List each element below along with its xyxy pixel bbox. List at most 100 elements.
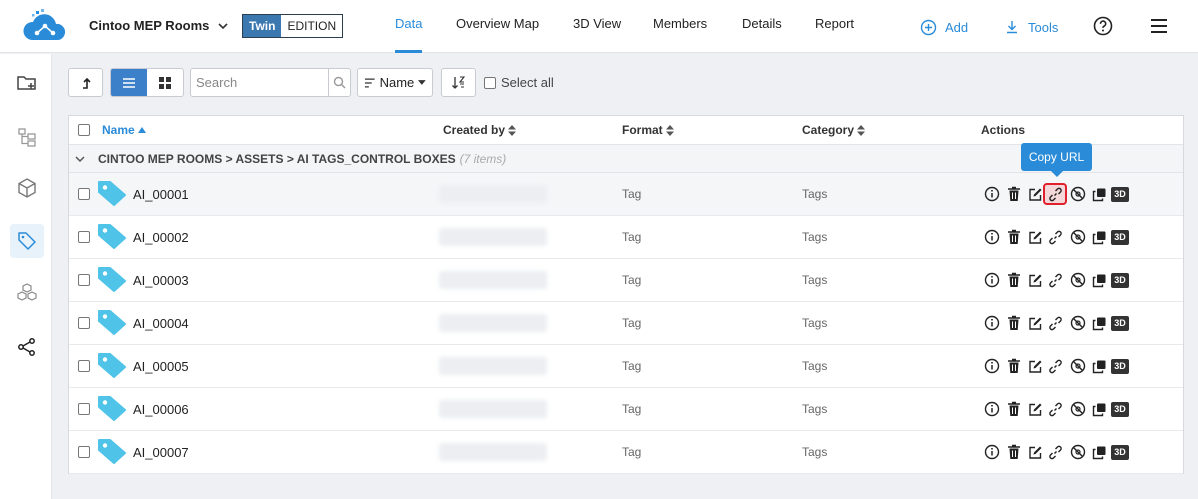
edit-button[interactable] (1026, 357, 1044, 375)
duplicate-button[interactable] (1090, 185, 1108, 203)
chevron-down-icon[interactable] (215, 18, 231, 34)
cintoo-logo-icon[interactable] (20, 8, 70, 46)
tab-members[interactable]: Members (653, 0, 707, 53)
info-button[interactable] (983, 443, 1001, 461)
row-name[interactable]: AI_00004 (133, 316, 189, 331)
column-header-format[interactable]: Format (622, 116, 674, 144)
edit-button[interactable] (1026, 443, 1044, 461)
table-row[interactable]: AI_00007 Tag Tags 3D (69, 431, 1183, 474)
sidebar-item-models[interactable] (10, 171, 44, 205)
view-3d-button[interactable]: 3D (1111, 185, 1129, 203)
edit-button[interactable] (1026, 228, 1044, 246)
table-row[interactable]: AI_00001 Tag Tags 3D (69, 173, 1183, 216)
add-button[interactable]: Add (920, 17, 968, 37)
hide-button[interactable] (1069, 400, 1087, 418)
table-row[interactable]: AI_00006 Tag Tags 3D (69, 388, 1183, 431)
edit-button[interactable] (1026, 185, 1044, 203)
row-name[interactable]: AI_00001 (133, 187, 189, 202)
edit-button[interactable] (1026, 314, 1044, 332)
table-row[interactable]: AI_00002 Tag Tags 3D (69, 216, 1183, 259)
chevron-down-icon[interactable] (74, 153, 86, 165)
column-header-category[interactable]: Category (802, 116, 866, 144)
row-name[interactable]: AI_00006 (133, 402, 189, 417)
view-3d-button[interactable]: 3D (1111, 400, 1129, 418)
delete-button[interactable] (1005, 271, 1023, 289)
info-button[interactable] (983, 400, 1001, 418)
parent-folder-button[interactable] (68, 68, 103, 97)
table-row[interactable]: AI_00003 Tag Tags 3D (69, 259, 1183, 302)
duplicate-button[interactable] (1090, 271, 1108, 289)
column-header-created-by[interactable]: Created by (443, 116, 517, 144)
tab-details[interactable]: Details (742, 0, 782, 53)
search-input[interactable] (191, 69, 328, 96)
column-header-name[interactable]: Name (102, 116, 146, 144)
copy-url-button[interactable] (1046, 357, 1064, 375)
view-3d-button[interactable]: 3D (1111, 443, 1129, 461)
delete-button[interactable] (1005, 314, 1023, 332)
hide-button[interactable] (1069, 314, 1087, 332)
row-checkbox[interactable] (78, 446, 90, 458)
row-checkbox[interactable] (78, 403, 90, 415)
view-3d-button[interactable]: 3D (1111, 271, 1129, 289)
view-3d-button[interactable]: 3D (1111, 228, 1129, 246)
grid-view-button[interactable] (147, 69, 183, 96)
hide-button[interactable] (1069, 228, 1087, 246)
row-name[interactable]: AI_00003 (133, 273, 189, 288)
view-3d-button[interactable]: 3D (1111, 357, 1129, 375)
tab-data[interactable]: Data (395, 0, 423, 53)
copy-url-button[interactable] (1046, 228, 1064, 246)
select-all-checkbox[interactable]: Select all (484, 75, 554, 90)
info-button[interactable] (983, 314, 1001, 332)
delete-button[interactable] (1005, 228, 1023, 246)
select-all-box[interactable] (484, 76, 496, 89)
list-view-button[interactable] (111, 69, 147, 96)
delete-button[interactable] (1005, 357, 1023, 375)
edit-button[interactable] (1026, 400, 1044, 418)
copy-url-button[interactable] (1046, 271, 1064, 289)
hide-button[interactable] (1069, 271, 1087, 289)
hamburger-menu-icon[interactable] (1149, 17, 1169, 35)
copy-url-button[interactable] (1046, 443, 1064, 461)
row-checkbox[interactable] (78, 231, 90, 243)
sidebar-item-tags[interactable] (10, 224, 44, 258)
sidebar-item-share[interactable] (10, 330, 44, 364)
tools-button[interactable]: Tools (1004, 17, 1058, 37)
delete-button[interactable] (1005, 185, 1023, 203)
delete-button[interactable] (1005, 443, 1023, 461)
tab-3d-view[interactable]: 3D View (573, 0, 621, 53)
info-button[interactable] (983, 271, 1001, 289)
info-button[interactable] (983, 228, 1001, 246)
hide-button[interactable] (1069, 185, 1087, 203)
duplicate-button[interactable] (1090, 443, 1108, 461)
row-name[interactable]: AI_00005 (133, 359, 189, 374)
hide-button[interactable] (1069, 357, 1087, 375)
sidebar-item-assets[interactable] (10, 276, 44, 310)
delete-button[interactable] (1005, 400, 1023, 418)
tab-report[interactable]: Report (815, 0, 854, 53)
table-row[interactable]: AI_00004 Tag Tags 3D (69, 302, 1183, 345)
tab-overview-map[interactable]: Overview Map (456, 0, 539, 53)
duplicate-button[interactable] (1090, 314, 1108, 332)
row-name[interactable]: AI_00002 (133, 230, 189, 245)
table-row[interactable]: AI_00005 Tag Tags 3D (69, 345, 1183, 388)
sort-order-button[interactable] (441, 68, 476, 97)
project-name[interactable]: Cintoo MEP Rooms (89, 18, 209, 33)
copy-url-button[interactable] (1043, 183, 1067, 205)
row-checkbox[interactable] (78, 360, 90, 372)
help-icon[interactable] (1093, 16, 1113, 36)
edit-button[interactable] (1026, 271, 1044, 289)
sidebar-item-hierarchy[interactable] (10, 120, 44, 154)
row-checkbox[interactable] (78, 317, 90, 329)
view-3d-button[interactable]: 3D (1111, 314, 1129, 332)
hide-button[interactable] (1069, 443, 1087, 461)
sort-field-dropdown[interactable]: Name (357, 68, 433, 97)
header-checkbox[interactable] (78, 124, 90, 136)
row-checkbox[interactable] (78, 274, 90, 286)
copy-url-button[interactable] (1046, 314, 1064, 332)
group-row[interactable]: CINTOO MEP ROOMS > ASSETS > AI TAGS_CONT… (69, 145, 1183, 173)
info-button[interactable] (983, 185, 1001, 203)
duplicate-button[interactable] (1090, 357, 1108, 375)
row-name[interactable]: AI_00007 (133, 445, 189, 460)
info-button[interactable] (983, 357, 1001, 375)
row-checkbox[interactable] (78, 188, 90, 200)
